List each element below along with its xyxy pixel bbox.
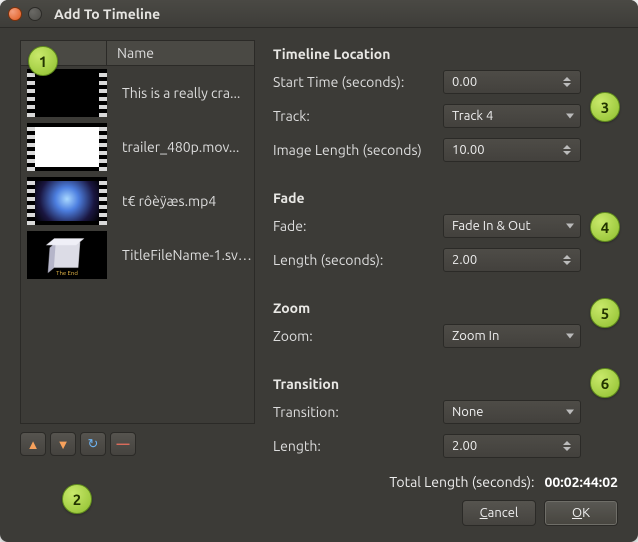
dropdown-arrow-icon xyxy=(566,334,574,339)
minimize-icon[interactable] xyxy=(28,7,42,21)
ok-button[interactable]: OK xyxy=(544,500,618,526)
track-label: Track: xyxy=(273,108,433,124)
section-transition: Transition xyxy=(273,376,618,392)
track-combo[interactable]: Track 4 xyxy=(443,104,581,128)
callout-badge: 6 xyxy=(590,368,620,398)
callout-badge: 3 xyxy=(590,92,620,122)
section-timeline-location: Timeline Location xyxy=(273,46,618,62)
callout-badge: 2 xyxy=(62,484,92,514)
move-up-button[interactable]: ▲ xyxy=(20,432,46,456)
file-list[interactable]: This is a really cra... trailer_480p.mov… xyxy=(20,66,255,424)
titlebar: Add To Timeline xyxy=(0,0,638,28)
dialog-window: Add To Timeline Name This is a really cr… xyxy=(0,0,638,542)
dropdown-arrow-icon xyxy=(566,224,574,229)
chevron-down-icon: ▼ xyxy=(57,437,70,452)
fade-length-label: Length (seconds): xyxy=(273,252,433,268)
dropdown-arrow-icon xyxy=(566,114,574,119)
shuffle-button[interactable]: ↻ xyxy=(80,432,106,456)
window-title: Add To Timeline xyxy=(54,6,160,22)
list-item[interactable]: The End TitleFileName-1.svg... xyxy=(21,228,254,282)
move-down-button[interactable]: ▼ xyxy=(50,432,76,456)
image-length-spinner[interactable]: 10.00 xyxy=(443,138,581,162)
file-name: TitleFileName-1.svg... xyxy=(110,247,254,263)
fade-length-spinner[interactable]: 2.00 xyxy=(443,248,581,272)
section-zoom: Zoom xyxy=(273,300,618,316)
chevron-up-icon: ▲ xyxy=(27,437,40,452)
section-fade: Fade xyxy=(273,190,618,206)
remove-button[interactable]: — xyxy=(110,432,136,456)
list-item[interactable]: trailer_480p.mov... xyxy=(21,120,254,174)
list-toolbar: ▲ ▼ ↻ — xyxy=(20,432,255,456)
file-name: This is a really cra... xyxy=(110,85,254,101)
spinner-arrows[interactable] xyxy=(563,436,577,456)
file-name: trailer_480p.mov... xyxy=(110,139,254,155)
spinner-arrows[interactable] xyxy=(563,72,577,92)
start-time-spinner[interactable]: 0.00 xyxy=(443,70,581,94)
list-item[interactable]: t€ rôèÿæs.mp4 xyxy=(21,174,254,228)
list-item[interactable]: This is a really cra... xyxy=(21,66,254,120)
transition-combo[interactable]: None xyxy=(443,400,581,424)
callout-badge: 1 xyxy=(28,46,58,76)
column-name[interactable]: Name xyxy=(107,45,154,61)
transition-length-spinner[interactable]: 2.00 xyxy=(443,434,581,458)
start-time-label: Start Time (seconds): xyxy=(273,74,433,90)
close-icon[interactable] xyxy=(8,7,22,21)
callout-badge: 4 xyxy=(590,212,620,242)
cancel-button[interactable]: Cancel xyxy=(462,500,536,526)
spinner-arrows[interactable] xyxy=(563,250,577,270)
total-length-label: Total Length (seconds): xyxy=(389,474,534,490)
zoom-combo[interactable]: Zoom In xyxy=(443,324,581,348)
zoom-label: Zoom: xyxy=(273,328,433,344)
total-length-value: 00:02:44:02 xyxy=(545,474,619,490)
file-name: t€ rôèÿæs.mp4 xyxy=(110,193,254,209)
callout-badge: 5 xyxy=(590,298,620,328)
transition-label: Transition: xyxy=(273,404,433,420)
fade-combo[interactable]: Fade In & Out xyxy=(443,214,581,238)
spinner-arrows[interactable] xyxy=(563,140,577,160)
image-length-label: Image Length (seconds) xyxy=(273,142,433,158)
dropdown-arrow-icon xyxy=(566,410,574,415)
minus-icon: — xyxy=(117,437,130,451)
fade-label: Fade: xyxy=(273,218,433,234)
transition-length-label: Length: xyxy=(273,438,433,454)
refresh-icon: ↻ xyxy=(88,437,99,452)
